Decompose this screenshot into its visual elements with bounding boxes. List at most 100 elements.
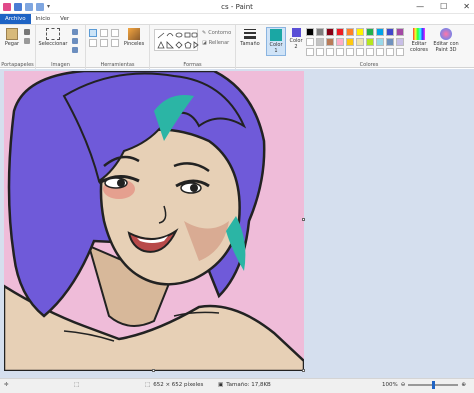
file-size: ▣ Tamaño: 17,8KB bbox=[218, 382, 271, 388]
palette-swatch[interactable] bbox=[376, 28, 384, 36]
group-portapapeles: Pegar Portapapeles bbox=[0, 25, 36, 69]
window-title: cs - Paint bbox=[221, 3, 253, 11]
palette-swatch[interactable] bbox=[336, 28, 344, 36]
group-formas: ✎ Contorno ◪ Rellenar Formas bbox=[150, 25, 236, 69]
palette-swatch[interactable] bbox=[306, 48, 314, 56]
zoom-control: 100% ⊖ ⊕ bbox=[382, 381, 466, 389]
paint3d-icon bbox=[440, 28, 452, 40]
minimize-button[interactable]: — bbox=[416, 2, 424, 11]
tab-inicio[interactable]: Inicio bbox=[31, 14, 56, 24]
cursor-position-icon: ✛ bbox=[4, 382, 9, 388]
crop-icon[interactable] bbox=[72, 29, 78, 35]
palette-swatch[interactable] bbox=[316, 38, 324, 46]
zoom-slider[interactable] bbox=[408, 381, 459, 389]
group-label-formas: Formas bbox=[183, 62, 202, 68]
palette-swatch[interactable] bbox=[326, 38, 334, 46]
palette-swatch[interactable] bbox=[346, 28, 354, 36]
contour-icon: ✎ bbox=[202, 30, 207, 36]
shapes-gallery[interactable] bbox=[154, 29, 199, 51]
edit-colors-button[interactable]: Editar colores bbox=[408, 28, 430, 53]
palette-swatch[interactable] bbox=[386, 38, 394, 46]
pencil-icon[interactable] bbox=[89, 29, 97, 37]
palette-swatch[interactable] bbox=[316, 48, 324, 56]
group-label-colores: Colores bbox=[359, 62, 379, 68]
zoom-out-button[interactable]: ⊖ bbox=[401, 382, 406, 388]
selection-size: ⬚ bbox=[74, 382, 79, 388]
magnifier-icon[interactable] bbox=[111, 39, 119, 47]
cursor-position: ✛ bbox=[4, 382, 9, 388]
fill-bucket-icon[interactable] bbox=[100, 29, 108, 37]
resize-handle-bottom[interactable] bbox=[152, 369, 155, 372]
line-width-icon bbox=[244, 28, 256, 40]
ribbon-tabs: Archivo Inicio Ver bbox=[0, 14, 474, 24]
artwork-image bbox=[4, 71, 304, 371]
color1-button[interactable]: Color 1 bbox=[266, 27, 286, 56]
canvas-workspace bbox=[0, 69, 474, 378]
drawing-canvas[interactable] bbox=[4, 71, 304, 371]
maximize-button[interactable]: ☐ bbox=[440, 2, 447, 11]
palette-swatch[interactable] bbox=[386, 48, 394, 56]
text-icon[interactable] bbox=[111, 29, 119, 37]
paste-button[interactable]: Pegar bbox=[3, 28, 21, 47]
palette-swatch[interactable] bbox=[376, 48, 384, 56]
palette-swatch[interactable] bbox=[346, 48, 354, 56]
palette-swatch[interactable] bbox=[336, 48, 344, 56]
brush-icon bbox=[128, 28, 140, 40]
fill-button[interactable]: ◪ Rellenar bbox=[202, 40, 229, 46]
fill-icon: ◪ bbox=[202, 40, 207, 46]
palette-swatch[interactable] bbox=[306, 38, 314, 46]
zoom-in-button[interactable]: ⊕ bbox=[461, 382, 466, 388]
image-dimensions-icon: ⬚ bbox=[145, 382, 151, 388]
shapes-icon bbox=[157, 32, 199, 49]
select-rectangle-icon bbox=[46, 28, 60, 40]
color2-button[interactable]: Color 2 bbox=[288, 28, 304, 50]
color-wheel-icon bbox=[413, 28, 425, 40]
clipboard-icon bbox=[6, 28, 18, 40]
palette-swatch[interactable] bbox=[366, 28, 374, 36]
tab-ver[interactable]: Ver bbox=[55, 14, 74, 24]
group-herramientas: Pinceles Herramientas bbox=[86, 25, 150, 69]
contour-button[interactable]: ✎ Contorno bbox=[202, 30, 231, 36]
brushes-button[interactable]: Pinceles bbox=[122, 28, 146, 47]
color-picker-icon[interactable] bbox=[100, 39, 108, 47]
tab-archivo[interactable]: Archivo bbox=[0, 14, 31, 24]
group-tamano: Tamaño bbox=[236, 25, 264, 69]
resize-handle-corner[interactable] bbox=[302, 369, 305, 372]
palette-swatch[interactable] bbox=[316, 28, 324, 36]
select-button[interactable]: Seleccionar bbox=[39, 28, 67, 47]
resize-handle-right[interactable] bbox=[302, 218, 305, 221]
palette-swatch[interactable] bbox=[306, 28, 314, 36]
palette-swatch[interactable] bbox=[336, 38, 344, 46]
paint3d-button[interactable]: Editar con Paint 3D bbox=[431, 28, 461, 53]
palette-swatch[interactable] bbox=[396, 28, 404, 36]
palette-swatch[interactable] bbox=[396, 38, 404, 46]
palette-swatch[interactable] bbox=[366, 48, 374, 56]
group-imagen: Seleccionar Imagen bbox=[36, 25, 86, 69]
palette-swatch[interactable] bbox=[396, 48, 404, 56]
group-label-imagen: Imagen bbox=[51, 62, 70, 68]
palette-swatch[interactable] bbox=[386, 28, 394, 36]
selection-size-icon: ⬚ bbox=[74, 382, 80, 388]
eraser-icon[interactable] bbox=[89, 39, 97, 47]
cut-icon[interactable] bbox=[24, 29, 30, 35]
palette-swatch[interactable] bbox=[326, 48, 334, 56]
close-button[interactable]: ✕ bbox=[463, 2, 470, 11]
zoom-level-text: 100% bbox=[382, 382, 398, 388]
palette-swatch[interactable] bbox=[376, 38, 384, 46]
color-palette bbox=[306, 28, 405, 57]
color1-swatch bbox=[270, 29, 282, 41]
palette-swatch[interactable] bbox=[356, 48, 364, 56]
image-dimensions: ⬚ 652 × 652 píxeles bbox=[145, 382, 203, 388]
palette-swatch[interactable] bbox=[326, 28, 334, 36]
palette-swatch[interactable] bbox=[346, 38, 354, 46]
rotate-icon[interactable] bbox=[72, 47, 78, 53]
palette-swatch[interactable] bbox=[356, 38, 364, 46]
group-label-portapapeles: Portapapeles bbox=[1, 62, 34, 68]
palette-swatch[interactable] bbox=[366, 38, 374, 46]
copy-icon[interactable] bbox=[24, 38, 30, 44]
resize-icon[interactable] bbox=[72, 38, 78, 44]
size-button[interactable]: Tamaño bbox=[238, 28, 262, 47]
palette-swatch[interactable] bbox=[356, 28, 364, 36]
zoom-slider-thumb[interactable] bbox=[431, 381, 435, 389]
save-disk-icon: ▣ bbox=[218, 382, 224, 388]
